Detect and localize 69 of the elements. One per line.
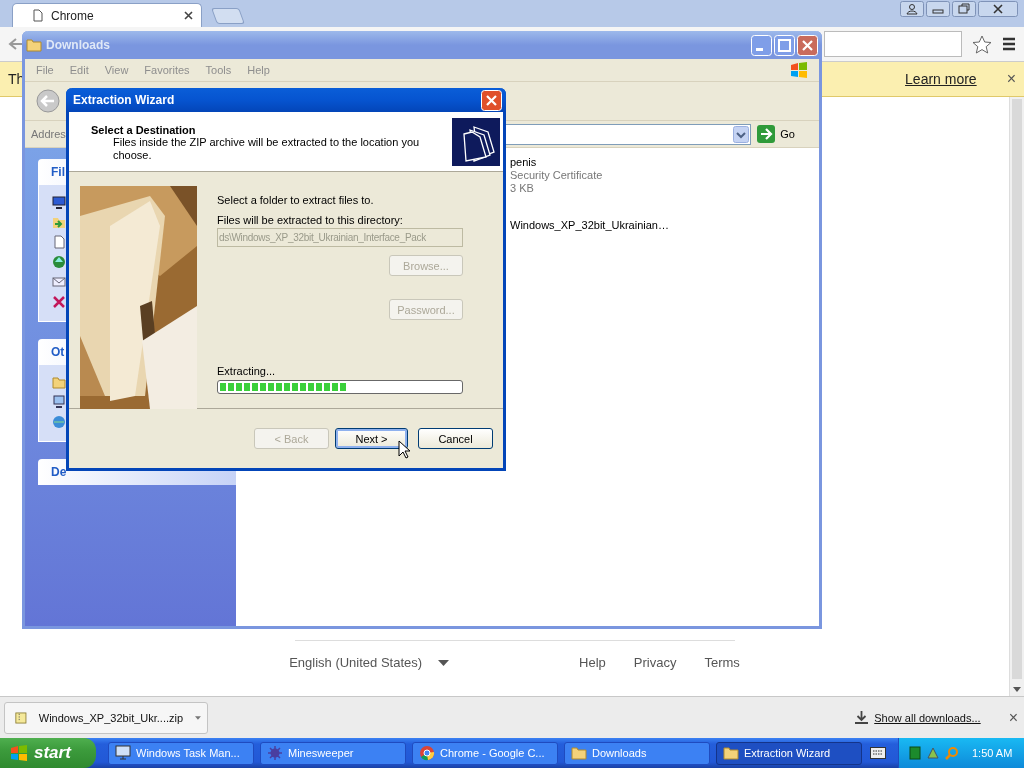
footer-link[interactable]: Help [579,655,606,670]
taskbar-button[interactable]: Windows Task Man... [108,741,254,765]
delete-icon[interactable] [52,295,66,309]
footer-link[interactable]: Privacy [633,655,677,670]
file-type: Security Certificate [510,169,604,182]
caret-icon [195,715,201,720]
close-button[interactable]: × [1006,70,1016,88]
language-selector[interactable]: English (United States) [289,655,423,670]
folders-icon [452,117,500,166]
taskbar-button[interactable]: Extraction Wizard [716,741,862,765]
folder-icon [723,745,739,761]
star-icon[interactable] [972,34,992,54]
mine-icon [267,745,283,761]
scroll-down-icon[interactable] [1013,687,1021,692]
footer-link[interactable]: Terms [704,655,740,670]
taskbar-button[interactable]: Chrome - Google C... [412,741,558,765]
window-title: Downloads [46,38,111,52]
progress-label: Extracting... [217,365,276,377]
windows-logo-icon [789,61,809,79]
close-button[interactable]: × [1008,708,1018,727]
chrome-logo-icon [419,745,435,761]
envelope-icon[interactable] [52,275,66,289]
mouse-pointer-icon [398,440,410,459]
go-arrow-icon [757,125,776,143]
go-button[interactable]: Go [755,125,815,143]
dialog-description: Files inside the ZIP archive will be extracted to the location you choose. [112,135,421,162]
taskbar-button[interactable]: Downloads [564,741,710,765]
monitor-icon [115,745,131,761]
keyboard-icon[interactable] [870,747,886,759]
minimize-icon[interactable] [926,1,950,17]
address-bar[interactable] [824,31,962,57]
show-all-downloads-link[interactable]: Show all downloads... [874,711,981,724]
status-square-icon[interactable] [909,746,921,760]
folder-icon [571,745,587,761]
close-icon[interactable] [184,11,193,20]
window-title: Extraction Wizard [72,93,176,107]
user-icon[interactable] [900,1,924,17]
zip-file-icon [15,710,27,725]
folder-icon[interactable] [52,375,66,389]
wizard-button[interactable]: Cancel [418,428,493,449]
taskbar-button[interactable]: Minesweeper [260,741,406,765]
windows-logo-icon [10,745,28,761]
scrollbar[interactable] [1009,97,1024,696]
file-name[interactable]: Windows_XP_32bit_Ukrainian… [510,219,819,232]
instruction-text: Select a folder to extract files to. [217,194,374,206]
monitor-icon[interactable] [52,195,66,209]
start-button[interactable]: start [0,738,96,768]
file-size: 3 KB [510,182,535,195]
back-arrow-icon[interactable] [8,37,24,51]
download-icon [855,711,869,724]
folder-arrow-icon[interactable] [52,215,66,229]
clock: 1:50 AM [972,747,1013,759]
computer-icon[interactable] [52,395,66,409]
file-name[interactable]: penis [510,156,819,169]
download-item[interactable]: Windows_XP_32bit_Ukr....zip [4,701,208,734]
field-label: Files will be extracted to this directory: [217,214,403,226]
dropdown-arrow-icon[interactable] [438,659,450,666]
restore-icon[interactable] [952,1,976,17]
learn-more-link[interactable]: Learn more [905,71,977,87]
close-icon[interactable] [978,1,1018,17]
page-icon [33,9,43,22]
browser-tab[interactable]: Chrome [12,3,202,27]
folder-icon [26,38,42,52]
menu-icon[interactable] [1002,37,1016,51]
dialog-heading: Select a Destination [91,123,197,136]
new-tab-button[interactable] [211,8,245,24]
document-icon[interactable] [52,235,66,249]
wizard-button[interactable]: Next > [335,428,408,449]
address-label: Addres [31,128,67,140]
